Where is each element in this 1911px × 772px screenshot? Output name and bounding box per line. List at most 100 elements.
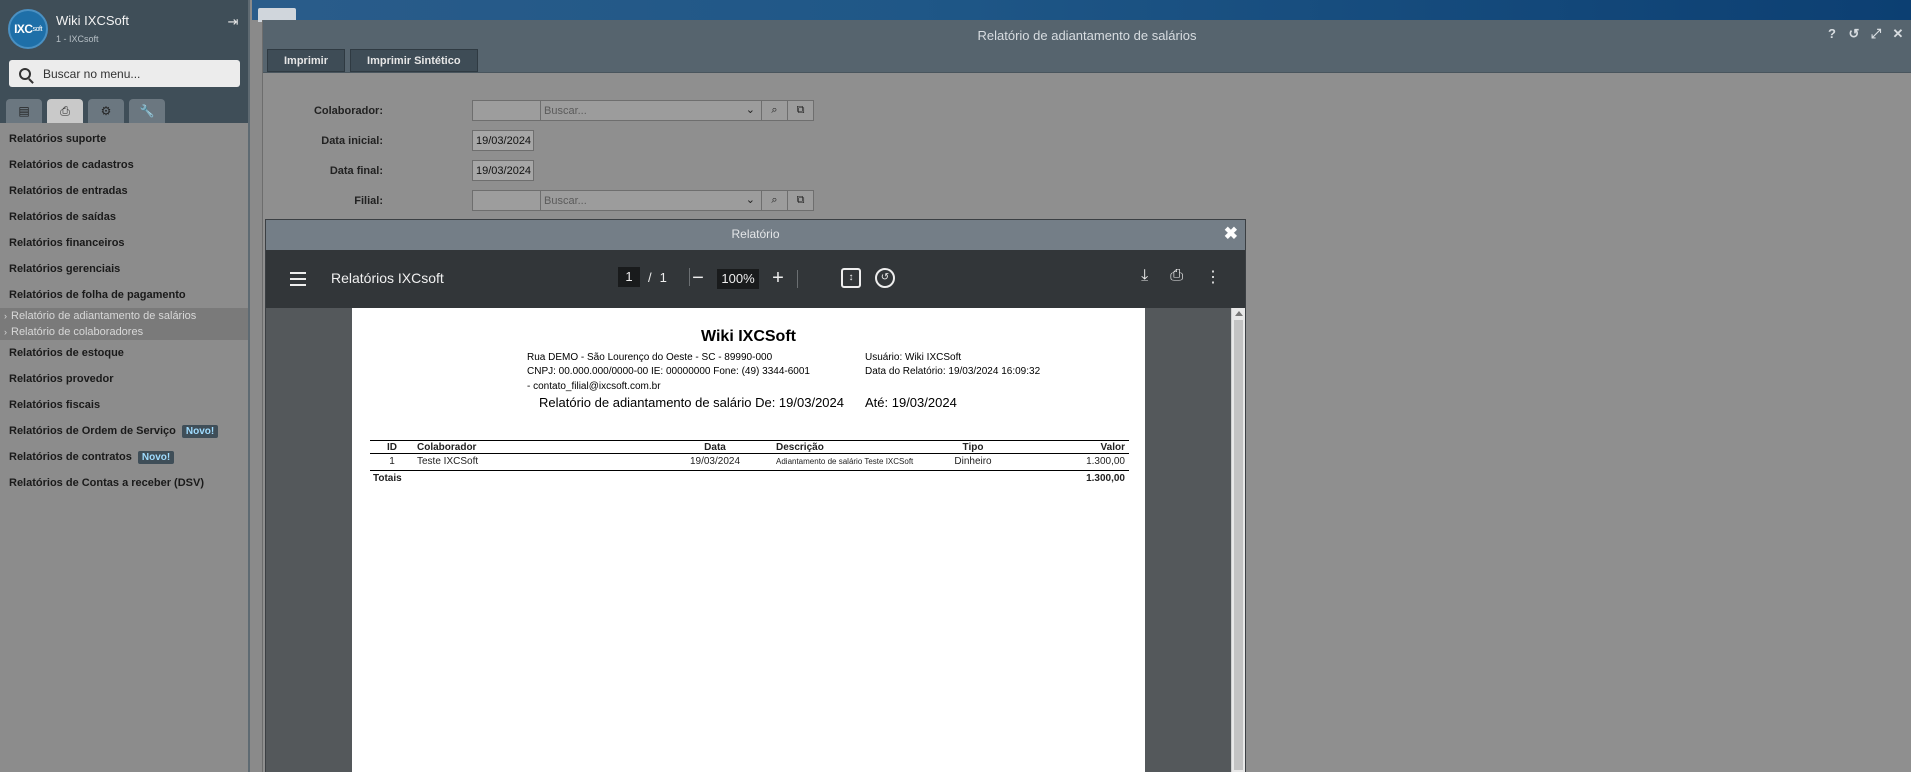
colaborador-field: Buscar... ⌄ ⌕ ⧉ <box>472 100 814 121</box>
filial-field: Buscar... ⌄ ⌕ ⧉ <box>472 190 814 211</box>
sidebar-item-label: Relatórios de Ordem de Serviço <box>9 425 176 437</box>
zoom-level-input[interactable]: 100% <box>717 268 759 289</box>
data-inicial-input[interactable]: 19/03/2024 <box>472 130 534 151</box>
logout-icon[interactable]: ⇥ <box>226 15 240 29</box>
data-final-input[interactable]: 19/03/2024 <box>472 160 534 181</box>
sidebar-item-ordem-servico[interactable]: Relatórios de Ordem de Serviço Novo! <box>0 418 248 444</box>
report-address: Rua DEMO - São Lourenço do Oeste - SC - … <box>527 352 773 363</box>
menu-search[interactable] <box>9 60 240 87</box>
pdf-page: Wiki IXCSoft Rua DEMO - São Lourenço do … <box>352 308 1145 772</box>
sidebar-item-estoque[interactable]: Relatórios de estoque <box>0 340 248 366</box>
chevron-right-icon: › <box>4 311 7 321</box>
search-icon[interactable]: ⌕ <box>761 191 787 210</box>
close-icon[interactable]: ✖ <box>1224 225 1238 243</box>
menu-search-input[interactable] <box>43 66 223 81</box>
more-options-icon[interactable]: ⋮ <box>1205 267 1221 287</box>
colaborador-label: Colaborador: <box>313 105 383 117</box>
table-icon[interactable]: ▤ <box>6 99 42 123</box>
sidebar-item-folha-pagamento[interactable]: Relatórios de folha de pagamento <box>0 282 248 308</box>
sidebar-item-saidas[interactable]: Relatórios de saídas <box>0 204 248 230</box>
data-final-label: Data final: <box>329 165 383 177</box>
print-synthetic-button[interactable]: Imprimir Sintético <box>350 49 478 72</box>
search-icon[interactable]: ⌕ <box>761 101 787 120</box>
pdf-actions: ⤓ ⎙ ⋮ <box>1141 267 1221 287</box>
col-descricao: Descrição <box>776 441 824 453</box>
open-external-icon[interactable]: ⧉ <box>787 191 813 210</box>
pdf-view-tools: ↕ ↺ <box>841 268 895 288</box>
wrench-icon[interactable]: 🔧 <box>129 99 165 123</box>
col-valor: Valor <box>1100 441 1125 453</box>
report-user: Usuário: Wiki IXCSoft <box>865 352 962 363</box>
sidebar-item-fiscais[interactable]: Relatórios fiscais <box>0 392 248 418</box>
sidebar-item-financeiros[interactable]: Relatórios financeiros <box>0 230 248 256</box>
cell-id: 1 <box>389 455 395 467</box>
print-icon[interactable]: ⎙ <box>47 99 83 123</box>
gears-icon[interactable]: ⚙ <box>88 99 124 123</box>
pdf-scrollbar[interactable] <box>1231 308 1245 772</box>
history-icon[interactable]: ↺ <box>1847 27 1861 41</box>
sidebar-subtitle: 1 - IXCsoft <box>56 34 99 44</box>
search-icon <box>19 67 31 80</box>
expand-icon[interactable]: ⤢ <box>1869 27 1883 41</box>
scroll-up-icon[interactable] <box>1235 311 1243 316</box>
zoom-out-icon[interactable]: − <box>691 267 705 290</box>
toolbar-divider <box>688 268 690 286</box>
sidebar-item-entradas[interactable]: Relatórios de entradas <box>0 178 248 204</box>
close-icon[interactable]: ✕ <box>1891 27 1905 41</box>
sidebar-subitem-colaboradores[interactable]: › Relatório de colaboradores <box>0 324 248 340</box>
report-cnpj: CNPJ: 00.000.000/0000-00 IE: 00000000 Fo… <box>527 366 810 377</box>
pdf-canvas[interactable]: Wiki IXCSoft Rua DEMO - São Lourenço do … <box>266 308 1245 772</box>
colaborador-code-input[interactable] <box>473 101 541 120</box>
filial-code-input[interactable] <box>473 191 541 210</box>
logo-text-small: soft <box>32 25 43 33</box>
sidebar-subitem-adiantamento[interactable]: › Relatório de adiantamento de salários <box>0 308 248 324</box>
sidebar-item-cadastros[interactable]: Relatórios de cadastros <box>0 152 248 178</box>
window-toolbar: Imprimir Imprimir Sintético <box>263 49 1911 73</box>
menu-icon[interactable] <box>290 272 306 290</box>
cell-tipo: Dinheiro <box>954 455 992 467</box>
pdf-document-title: Relatórios IXCsoft <box>331 270 444 286</box>
help-icon[interactable]: ? <box>1825 27 1839 41</box>
window-controls: ? ↺ ⤢ ✕ <box>1825 27 1905 41</box>
sidebar-item-provedor[interactable]: Relatórios provedor <box>0 366 248 392</box>
chevron-down-icon[interactable]: ⌄ <box>746 193 755 206</box>
print-icon[interactable]: ⎙ <box>1170 267 1183 287</box>
sidebar-item-contratos[interactable]: Relatórios de contratos Novo! <box>0 444 248 470</box>
page-separator: / <box>648 269 652 285</box>
cell-data: 19/03/2024 <box>689 455 741 467</box>
company-logo[interactable]: IXC soft <box>8 9 48 49</box>
sidebar-item-contas-receber[interactable]: Relatórios de Contas a receber (DSV) <box>0 470 248 496</box>
page-total: 1 <box>659 269 667 285</box>
report-company: Wiki IXCSoft <box>701 328 796 345</box>
window-title: Relatório de adiantamento de salários <box>977 28 1197 43</box>
col-id: ID <box>387 441 397 453</box>
download-icon[interactable]: ⤓ <box>1141 267 1148 287</box>
chevron-right-icon: › <box>4 327 7 337</box>
fit-page-icon[interactable]: ↕ <box>841 268 861 288</box>
open-external-icon[interactable]: ⧉ <box>787 101 813 120</box>
colaborador-search-input[interactable]: Buscar... ⌄ <box>541 101 761 120</box>
totals-value: 1.300,00 <box>1086 473 1125 484</box>
modal-titlebar[interactable]: Relatório ✖ <box>266 220 1245 250</box>
sidebar-tools: ▤ ⎙ ⚙ 🔧 <box>0 55 248 123</box>
col-tipo: Tipo <box>962 441 984 453</box>
data-inicial-label: Data inicial: <box>321 135 383 147</box>
rotate-icon[interactable]: ↺ <box>875 268 895 288</box>
report-date: Data do Relatório: 19/03/2024 16:09:32 <box>865 366 1041 377</box>
pdf-zoom-controls: − 100% + <box>691 267 798 290</box>
sidebar-item-suporte[interactable]: Relatórios suporte <box>0 126 248 152</box>
sidebar-item-gerenciais[interactable]: Relatórios gerenciais <box>0 256 248 282</box>
table-totals: Totais 1.300,00 <box>370 470 1129 486</box>
col-colaborador: Colaborador <box>417 441 477 453</box>
modal-title: Relatório <box>731 227 780 241</box>
sidebar-tabs: ▤ ⎙ ⚙ 🔧 <box>6 99 165 123</box>
filial-search-input[interactable]: Buscar... ⌄ <box>541 191 761 210</box>
print-button[interactable]: Imprimir <box>267 49 346 72</box>
page-number-input[interactable]: 1 <box>618 267 640 287</box>
scrollbar-thumb[interactable] <box>1234 320 1243 770</box>
window-titlebar[interactable]: Relatório de adiantamento de salários ? … <box>263 20 1911 52</box>
chevron-down-icon[interactable]: ⌄ <box>746 103 755 116</box>
sidebar-item-label: Relatórios de contratos <box>9 451 132 463</box>
zoom-in-icon[interactable]: + <box>771 267 785 290</box>
pdf-page-indicator: 1 / 1 <box>618 267 690 287</box>
